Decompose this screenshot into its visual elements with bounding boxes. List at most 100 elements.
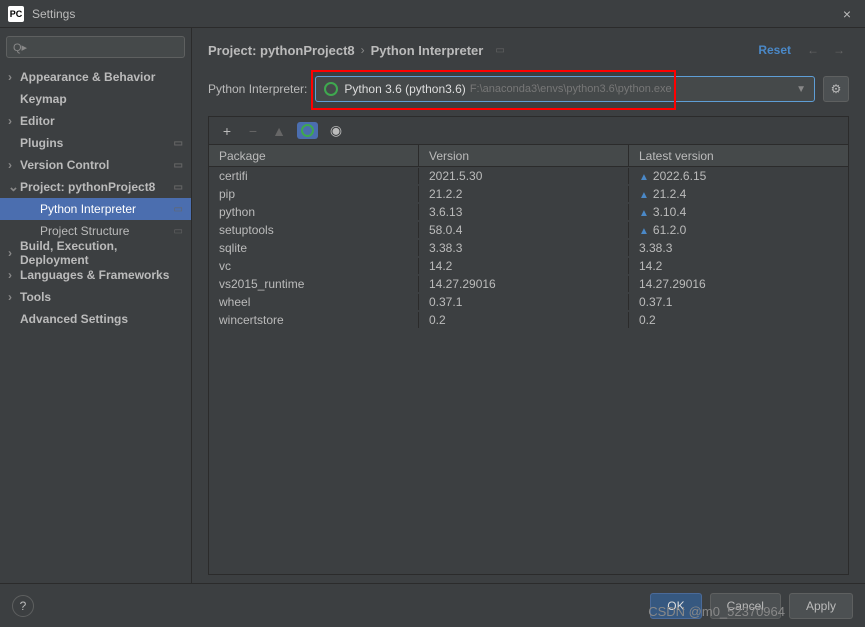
sidebar-item-label: Editor: [20, 114, 183, 128]
col-latest[interactable]: Latest version: [629, 145, 848, 166]
pkg-version: 14.2: [419, 258, 629, 274]
table-row[interactable]: python3.6.13▲3.10.4: [209, 203, 848, 221]
pkg-name: certifi: [209, 168, 419, 184]
sidebar-item-plugins[interactable]: Plugins▭: [0, 132, 191, 154]
sidebar-item-languages-frameworks[interactable]: Languages & Frameworks: [0, 264, 191, 286]
project-scope-icon: ▭: [174, 160, 183, 171]
interpreter-path: F:\anaconda3\envs\python3.6\python.exe: [470, 83, 672, 95]
table-row[interactable]: sqlite3.38.33.38.3: [209, 239, 848, 257]
pkg-name: pip: [209, 186, 419, 202]
nav-forward-icon[interactable]: →: [829, 43, 849, 57]
reset-link[interactable]: Reset: [758, 43, 791, 57]
sidebar-item-label: Advanced Settings: [20, 312, 183, 326]
pkg-version: 58.0.4: [419, 222, 629, 238]
close-icon[interactable]: ×: [837, 6, 857, 22]
pkg-version: 3.38.3: [419, 240, 629, 256]
sidebar: Q▸ Appearance & Behavior Keymap Editor Plug…: [0, 28, 192, 583]
sidebar-item-appearance-behavior[interactable]: Appearance & Behavior: [0, 66, 191, 88]
sidebar-item-label: Plugins: [20, 136, 174, 150]
sidebar-item-keymap[interactable]: Keymap: [0, 88, 191, 110]
table-row[interactable]: vc14.214.2: [209, 257, 848, 275]
window-title: Settings: [32, 7, 75, 21]
upgrade-icon: ▲: [639, 172, 649, 183]
sidebar-item-version-control[interactable]: Version Control▭: [0, 154, 191, 176]
table-row[interactable]: setuptools58.0.4▲61.2.0: [209, 221, 848, 239]
python-icon: [324, 82, 338, 96]
pkg-latest: 0.37.1: [629, 294, 848, 310]
sidebar-item-label: Languages & Frameworks: [20, 268, 183, 282]
packages-body: certifi2021.5.30▲2022.6.15pip21.2.2▲21.2…: [209, 167, 848, 574]
project-scope-icon: ▭: [174, 182, 183, 193]
upgrade-icon: ▲: [639, 208, 649, 219]
bottom-bar: ? OK Cancel Apply: [0, 583, 865, 627]
pkg-latest: ▲3.10.4: [629, 204, 848, 220]
col-version[interactable]: Version: [419, 145, 629, 166]
table-row[interactable]: vs2015_runtime14.27.2901614.27.29016: [209, 275, 848, 293]
upgrade-package-button[interactable]: ▲: [271, 123, 287, 139]
sidebar-item-label: Version Control: [20, 158, 174, 172]
pkg-latest: 3.38.3: [629, 240, 848, 256]
pkg-name: vc: [209, 258, 419, 274]
title-bar: PC Settings ×: [0, 0, 865, 28]
pkg-version: 0.37.1: [419, 294, 629, 310]
help-button[interactable]: ?: [12, 595, 34, 617]
gear-icon[interactable]: ⚙: [823, 76, 849, 102]
pkg-version: 21.2.2: [419, 186, 629, 202]
sidebar-item-label: Keymap: [20, 92, 183, 106]
pkg-latest: ▲21.2.4: [629, 186, 848, 202]
sidebar-item-project-pythonproject8[interactable]: Project: pythonProject8▭: [0, 176, 191, 198]
project-scope-icon: ▭: [495, 45, 504, 56]
sidebar-item-advanced-settings[interactable]: Advanced Settings: [0, 308, 191, 330]
project-scope-icon: ▭: [174, 226, 183, 237]
pkg-name: wincertstore: [209, 312, 419, 328]
packages-toolbar: + − ▲ ◉: [209, 117, 848, 145]
pkg-latest: ▲61.2.0: [629, 222, 848, 238]
upgrade-icon: ▲: [639, 190, 649, 201]
pkg-name: sqlite: [209, 240, 419, 256]
interpreter-label: Python Interpreter:: [208, 82, 307, 96]
pkg-name: python: [209, 204, 419, 220]
pkg-latest: ▲2022.6.15: [629, 168, 848, 184]
remove-package-button[interactable]: −: [245, 123, 261, 139]
pkg-version: 0.2: [419, 312, 629, 328]
project-scope-icon: ▭: [174, 138, 183, 149]
table-row[interactable]: pip21.2.2▲21.2.4: [209, 185, 848, 203]
packages-panel: + − ▲ ◉ Package Version Latest version c…: [208, 116, 849, 575]
conda-toggle-button[interactable]: [297, 122, 318, 139]
ring-icon: [301, 124, 314, 137]
packages-header: Package Version Latest version: [209, 145, 848, 167]
pkg-version: 2021.5.30: [419, 168, 629, 184]
search-input[interactable]: Q▸: [6, 36, 185, 58]
chevron-right-icon: ›: [361, 43, 365, 57]
sidebar-item-label: Project Structure: [40, 224, 174, 238]
table-row[interactable]: wheel0.37.10.37.1: [209, 293, 848, 311]
interpreter-row: Python Interpreter: Python 3.6 (python3.…: [208, 76, 849, 102]
sidebar-item-editor[interactable]: Editor: [0, 110, 191, 132]
pkg-latest: 14.27.29016: [629, 276, 848, 292]
apply-button[interactable]: Apply: [789, 593, 853, 619]
cancel-button[interactable]: Cancel: [710, 593, 781, 619]
sidebar-item-tools[interactable]: Tools: [0, 286, 191, 308]
interpreter-name: Python 3.6 (python3.6): [344, 82, 465, 96]
show-early-releases-button[interactable]: ◉: [328, 122, 344, 139]
pkg-version: 14.27.29016: [419, 276, 629, 292]
col-package[interactable]: Package: [209, 145, 419, 166]
table-row[interactable]: certifi2021.5.30▲2022.6.15: [209, 167, 848, 185]
chevron-down-icon: ▼: [796, 84, 806, 95]
breadcrumb-project: Project: pythonProject8: [208, 43, 355, 58]
sidebar-item-build-execution-deployment[interactable]: Build, Execution, Deployment: [0, 242, 191, 264]
pkg-name: vs2015_runtime: [209, 276, 419, 292]
table-row[interactable]: wincertstore0.20.2: [209, 311, 848, 329]
pkg-latest: 0.2: [629, 312, 848, 328]
sidebar-item-python-interpreter[interactable]: Python Interpreter▭: [0, 198, 191, 220]
interpreter-select[interactable]: Python 3.6 (python3.6) F:\anaconda3\envs…: [315, 76, 815, 102]
sidebar-item-label: Tools: [20, 290, 183, 304]
add-package-button[interactable]: +: [219, 123, 235, 139]
nav-back-icon[interactable]: ←: [803, 43, 823, 57]
pkg-name: wheel: [209, 294, 419, 310]
upgrade-icon: ▲: [639, 226, 649, 237]
ok-button[interactable]: OK: [650, 593, 701, 619]
sidebar-item-label: Python Interpreter: [40, 202, 174, 216]
pkg-latest: 14.2: [629, 258, 848, 274]
breadcrumb: Project: pythonProject8 › Python Interpr…: [208, 38, 849, 62]
